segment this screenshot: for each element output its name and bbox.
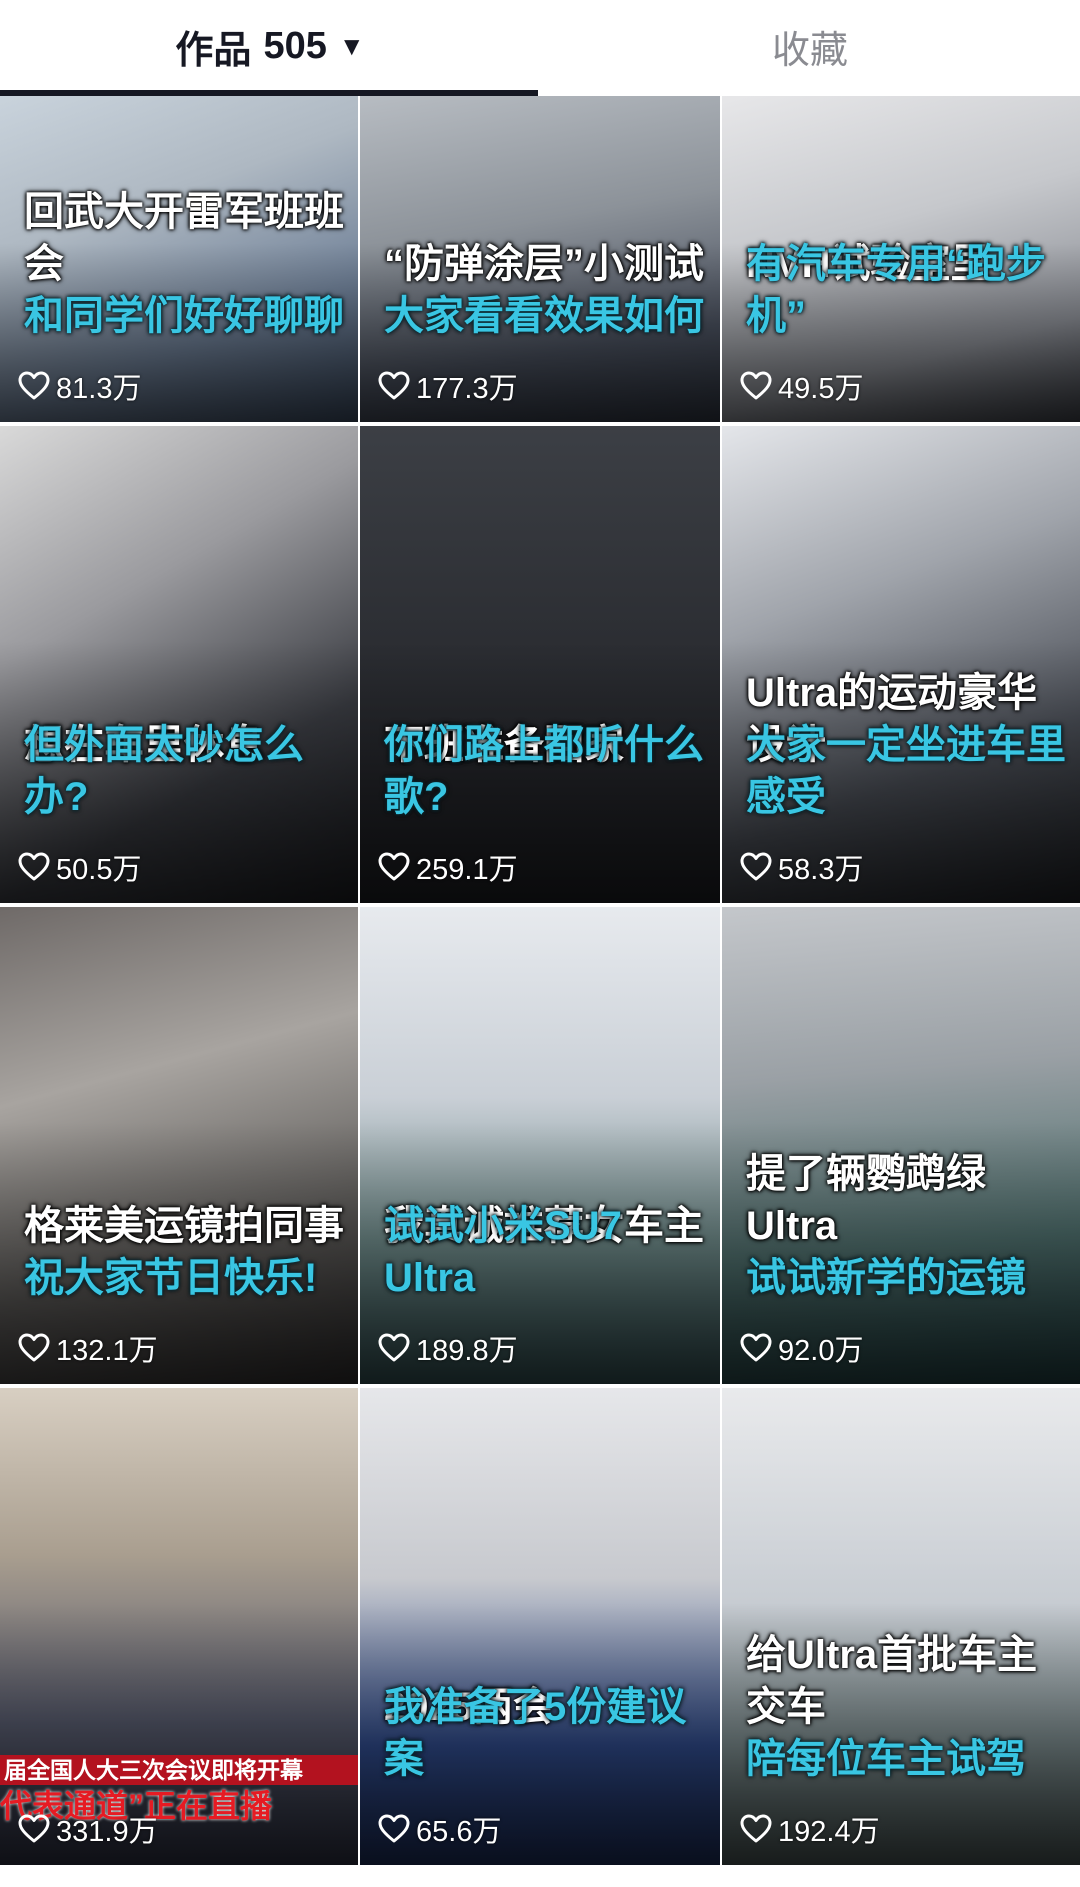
video-thumbnail[interactable]: “防弹涂层”小测试 大家看看效果如何 177.3万 xyxy=(360,96,720,422)
video-caption-line2: 试试小米SU7 Ultra xyxy=(384,1204,622,1300)
heart-outline-icon xyxy=(378,371,410,400)
video-caption-line2: 陪每位车主试驾 xyxy=(746,1737,1026,1781)
heart-outline-icon xyxy=(18,1333,50,1362)
like-count: 92.0万 xyxy=(740,1328,863,1368)
like-count-value: 50.5万 xyxy=(56,854,142,886)
like-count: 58.3万 xyxy=(740,847,863,887)
heart-outline-icon xyxy=(378,852,410,881)
like-count: 65.6万 xyxy=(378,1809,501,1849)
video-caption-line2: 你们路上都听什么歌? xyxy=(384,723,704,819)
video-caption-line1: 格莱美运镜拍同事 xyxy=(24,1204,344,1248)
video-caption-line2: 和同学们好好聊聊 xyxy=(24,294,344,338)
video-thumbnail[interactable]: 2025两会 我准备了5份建议案 65.6万 xyxy=(360,1388,720,1865)
video-caption-line2: 试试新学的运镜 xyxy=(746,1256,1026,1300)
like-count: 331.9万 xyxy=(18,1809,158,1849)
video-caption-line2: 祝大家节日快乐! xyxy=(24,1256,318,1300)
like-count: 189.8万 xyxy=(378,1328,518,1368)
video-caption-line2: 有汽车专用“跑步机” xyxy=(746,242,1046,338)
video-thumbnail[interactable]: 提了辆鹦鹉绿 Ultra 试试新学的运镜 92.0万 xyxy=(722,907,1080,1384)
like-count-value: 192.4万 xyxy=(778,1816,880,1848)
heart-outline-icon xyxy=(378,1333,410,1362)
like-count: 259.1万 xyxy=(378,847,518,887)
heart-outline-icon xyxy=(18,852,50,881)
video-caption-line2: 大家看看效果如何 xyxy=(384,294,704,338)
heart-outline-icon xyxy=(740,1814,772,1843)
like-count: 177.3万 xyxy=(378,366,518,406)
video-caption-line2: 但外面太吵怎么办? xyxy=(24,723,304,819)
video-caption-line2: 我准备了5份建议案 xyxy=(384,1685,687,1781)
tab-favorites[interactable]: 收藏 xyxy=(540,0,1080,92)
like-count-value: 189.8万 xyxy=(416,1335,518,1367)
like-count-value: 65.6万 xyxy=(416,1816,502,1848)
video-thumbnail[interactable]: 给Ultra首批车主交车陪每位车主试驾 192.4万 xyxy=(722,1388,1080,1865)
video-thumbnail[interactable]: 回武大开雷军班班会和同学们好好聊聊 81.3万 xyxy=(0,96,358,422)
like-count-value: 81.3万 xyxy=(56,373,142,405)
broadcast-banner: 届全国人大三次会议即将开幕 xyxy=(0,1755,358,1785)
profile-tab-bar: 作品 505 ▼ 收藏 xyxy=(0,0,1080,96)
like-count: 49.5万 xyxy=(740,366,863,406)
video-caption-line1: 回武大开雷军班班会 xyxy=(24,190,344,286)
like-count: 81.3万 xyxy=(18,366,141,406)
video-thumbnail[interactable]: NVH试验室里 有汽车专用“跑步机” 49.5万 xyxy=(722,96,1080,422)
tab-works[interactable]: 作品 505 ▼ xyxy=(0,0,540,92)
like-count-value: 259.1万 xyxy=(416,854,518,886)
video-thumbnail[interactable]: Ultra的运动豪华设计 大家一定坐进车里感受 58.3万 xyxy=(722,426,1080,903)
video-grid: 回武大开雷军班班会和同学们好好聊聊 81.3万 “防弹涂层”小测试 大家看看效果如何 1… xyxy=(0,96,1080,1887)
video-caption-line1: 提了辆鹦鹉绿 Ultra xyxy=(746,1152,986,1248)
like-count-value: 132.1万 xyxy=(56,1335,158,1367)
video-thumbnail[interactable]: 我真诚推荐女车主 试试小米SU7 Ultra 189.8万 xyxy=(360,907,720,1384)
tab-works-count: 505 xyxy=(263,24,327,67)
video-thumbnail[interactable]: 想在车里休息 但外面太吵怎么办? 50.5万 xyxy=(0,426,358,903)
video-thumbnail[interactable]: 下班准备回家 你们路上都听什么歌? 259.1万 xyxy=(360,426,720,903)
heart-outline-icon xyxy=(740,1333,772,1362)
like-count-value: 331.9万 xyxy=(56,1816,158,1848)
like-count-value: 177.3万 xyxy=(416,373,518,405)
video-caption-line1: “防弹涂层”小测试 xyxy=(384,242,704,286)
like-count: 192.4万 xyxy=(740,1809,880,1849)
heart-outline-icon xyxy=(740,852,772,881)
video-caption-line1: 给Ultra首批车主交车 xyxy=(746,1633,1038,1729)
video-thumbnail[interactable]: 届全国人大三次会议即将开幕 代表通道”正在直播 331.9万 xyxy=(0,1388,358,1865)
like-count-value: 92.0万 xyxy=(778,1335,864,1367)
tab-favorites-label: 收藏 xyxy=(771,29,848,72)
caret-down-icon[interactable]: ▼ xyxy=(339,31,365,62)
like-count: 132.1万 xyxy=(18,1328,158,1368)
video-caption-line2: 大家一定坐进车里感受 xyxy=(746,723,1066,819)
like-count-value: 58.3万 xyxy=(778,854,864,886)
video-thumbnail[interactable]: 格莱美运镜拍同事 祝大家节日快乐! 132.1万 xyxy=(0,907,358,1384)
like-count: 50.5万 xyxy=(18,847,141,887)
tab-works-label: 作品 xyxy=(175,29,252,72)
heart-outline-icon xyxy=(378,1814,410,1843)
heart-outline-icon xyxy=(18,1814,50,1843)
heart-outline-icon xyxy=(18,371,50,400)
like-count-value: 49.5万 xyxy=(778,373,864,405)
heart-outline-icon xyxy=(740,371,772,400)
